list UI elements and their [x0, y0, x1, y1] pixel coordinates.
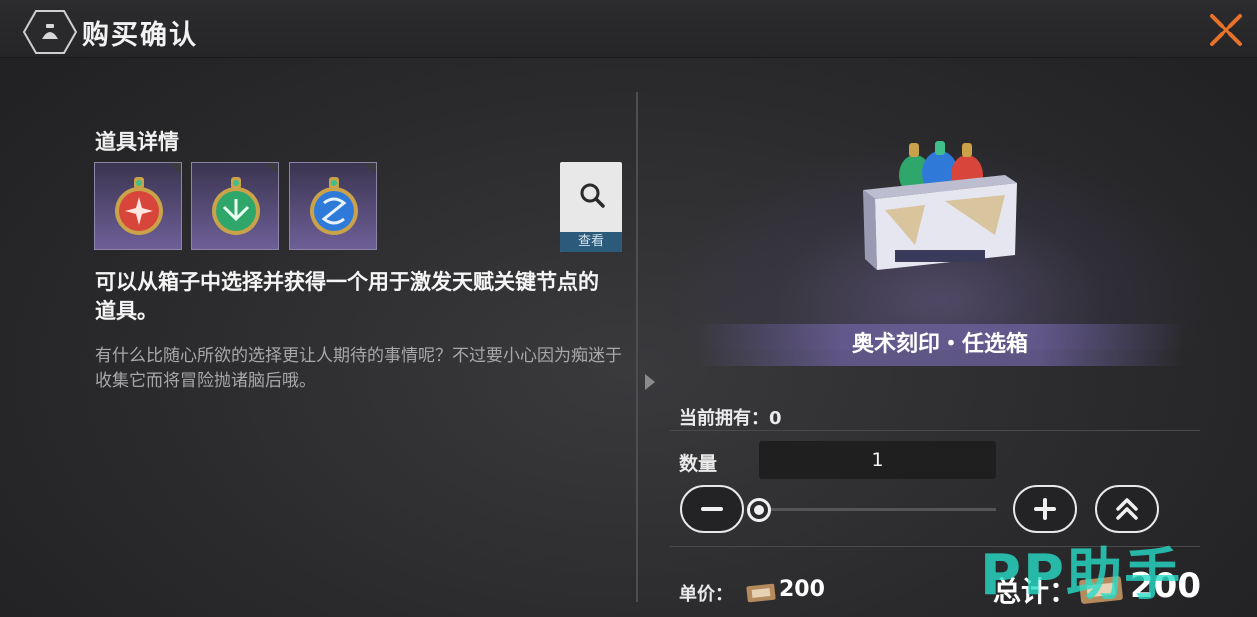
product-name: 奥术刻印・任选箱 — [696, 324, 1184, 366]
close-icon — [1210, 14, 1242, 46]
expand-arrow-icon[interactable] — [645, 374, 655, 390]
item-thumb-blue[interactable] — [289, 162, 377, 250]
view-button[interactable]: 查看 — [560, 162, 622, 252]
item-thumb-red[interactable] — [94, 162, 182, 250]
owned-value: 0 — [769, 408, 782, 429]
divider-line — [670, 430, 1200, 431]
chest-icon — [863, 141, 1017, 270]
max-button[interactable] — [1095, 485, 1159, 533]
details-title: 道具详情 — [95, 130, 179, 154]
red-seal-icon — [115, 177, 163, 235]
item-flavor-text: 有什么比随心所欲的选择更让人期待的事情呢？不过要小心因为痴迷于收集它而将冒险抛诸… — [95, 346, 622, 391]
double-chevron-up-icon — [1116, 498, 1138, 520]
owned-label: 当前拥有： — [679, 408, 769, 429]
close-button[interactable] — [1208, 12, 1244, 48]
quantity-label: 数量 — [679, 453, 718, 475]
unit-price-label: 单价： — [679, 584, 733, 605]
bag-icon — [22, 10, 78, 54]
owned-count: 当前拥有：0 — [679, 404, 782, 430]
ticket-icon — [746, 583, 776, 603]
plus-icon — [1034, 498, 1056, 520]
back-button[interactable] — [22, 9, 78, 55]
unit-price-value: 200 — [779, 577, 825, 602]
page-title: 购买确认 — [82, 20, 198, 51]
item-description: 可以从箱子中选择并获得一个用于激发天赋关键节点的道具。 — [95, 270, 599, 323]
green-seal-icon — [212, 177, 260, 235]
increase-button[interactable] — [1013, 485, 1077, 533]
quantity-input[interactable]: 1 — [759, 441, 996, 479]
panel-divider — [636, 92, 638, 602]
slider-thumb[interactable] — [747, 498, 771, 522]
blue-seal-icon — [310, 177, 358, 235]
header-bar: 购买确认 — [0, 0, 1257, 58]
quantity-slider[interactable] — [760, 508, 996, 511]
view-label: 查看 — [560, 232, 622, 252]
search-icon — [580, 183, 605, 208]
watermark: PP助手 — [980, 543, 1183, 608]
decrease-button[interactable] — [680, 485, 744, 533]
item-thumb-green[interactable] — [191, 162, 279, 250]
minus-icon — [701, 507, 723, 511]
